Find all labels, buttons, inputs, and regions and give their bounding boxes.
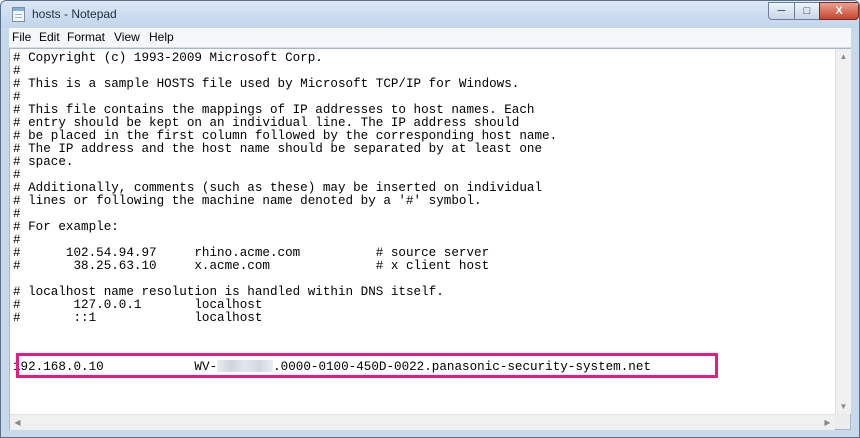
text-editor[interactable]: # Copyright (c) 1993-2009 Microsoft Corp… [9, 48, 851, 430]
text-line: # lines or following the machine name de… [13, 194, 482, 208]
text-line: # This is a sample HOSTS file used by Mi… [13, 77, 520, 91]
menu-edit[interactable]: Edit [39, 30, 60, 44]
notepad-window: hosts - Notepad ─ □ X File Edit Format V… [0, 0, 860, 438]
text-line: # 38.25.63.10 x.acme.com # x client host [13, 259, 490, 273]
menu-bar: File Edit Format View Help [9, 28, 851, 48]
vertical-scrollbar[interactable]: ▲ ▼ [835, 49, 851, 414]
horizontal-scrollbar[interactable]: ◀ ▶ [10, 414, 835, 430]
close-button[interactable]: X [819, 2, 859, 20]
scrollbar-corner [835, 414, 850, 429]
text-line: # For example: [13, 220, 119, 234]
text-line: # space. [13, 155, 74, 169]
text-line: # ::1 localhost [13, 311, 263, 325]
scroll-right-arrow-icon[interactable]: ▶ [820, 415, 835, 430]
scroll-up-arrow-icon[interactable]: ▲ [836, 49, 851, 64]
menu-view[interactable]: View [114, 30, 140, 44]
window-title: hosts - Notepad [32, 7, 117, 21]
menu-file[interactable]: File [12, 30, 31, 44]
notepad-icon [12, 7, 25, 22]
maximize-icon: □ [803, 5, 811, 17]
minimize-icon: ─ [777, 5, 786, 17]
minimize-button[interactable]: ─ [768, 2, 795, 20]
text-area[interactable]: # Copyright (c) 1993-2009 Microsoft Corp… [10, 49, 835, 414]
close-icon: X [835, 5, 843, 17]
menu-help[interactable]: Help [149, 30, 174, 44]
text-line: # Copyright (c) 1993-2009 Microsoft Corp… [13, 51, 323, 65]
maximize-button[interactable]: □ [794, 2, 820, 20]
highlight-box [16, 353, 718, 378]
menu-format[interactable]: Format [67, 30, 105, 44]
title-bar[interactable]: hosts - Notepad ─ □ X [1, 1, 859, 28]
text-line: # The IP address and the host name shoul… [13, 142, 543, 156]
scroll-down-arrow-icon[interactable]: ▼ [836, 399, 851, 414]
scroll-left-arrow-icon[interactable]: ◀ [10, 415, 25, 430]
